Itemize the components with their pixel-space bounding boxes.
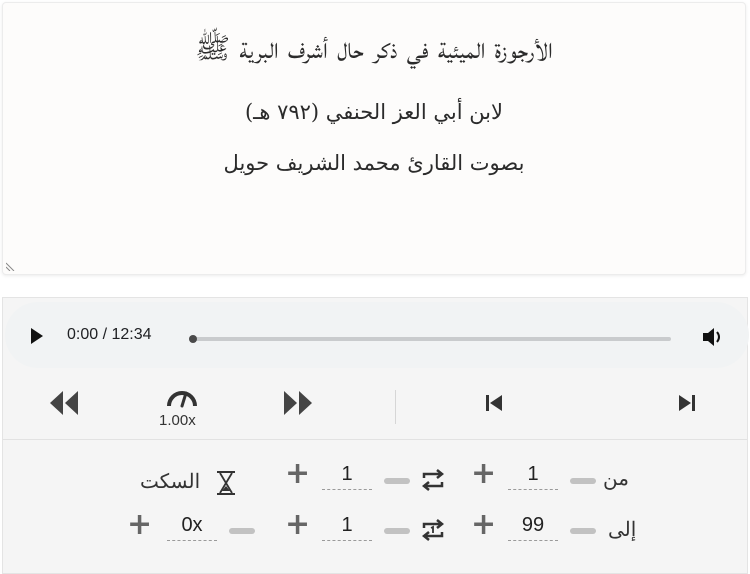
divider <box>395 390 396 424</box>
skip-previous-icon[interactable] <box>485 394 503 412</box>
repeat-icon <box>421 469 445 491</box>
progress-bar[interactable] <box>189 335 671 343</box>
repeat-range-decrement-button[interactable] <box>384 528 410 534</box>
to-decrement-button[interactable] <box>570 528 596 534</box>
repeat-each-decrement-button[interactable] <box>384 478 410 484</box>
poem-reciter: بصوت القارئ محمد الشريف حويل <box>223 151 525 175</box>
silence-decrement-button[interactable] <box>229 528 255 534</box>
hourglass-icon <box>217 471 235 495</box>
speed-value[interactable]: 1.00x <box>159 412 196 429</box>
to-increment-button[interactable]: + <box>471 510 496 540</box>
poem-author: لابن أبي العز الحنفي (٧٩٢ هـ) <box>244 100 504 124</box>
volume-icon[interactable] <box>701 326 725 348</box>
repeat-range-increment-button[interactable]: + <box>285 510 310 540</box>
speedometer-icon[interactable] <box>165 384 199 408</box>
progress-knob[interactable] <box>189 335 197 343</box>
from-field[interactable]: 1 <box>508 460 558 490</box>
repeat-one-icon <box>421 519 445 541</box>
time-display: 0:00 / 12:34 <box>67 326 152 343</box>
to-label: إلى <box>608 517 637 541</box>
poem-title: الأرجوزة الميئية في ذكر حال أشرف البرية … <box>195 31 553 65</box>
silence-field[interactable]: 0x <box>167 511 217 541</box>
silence-increment-button[interactable]: + <box>127 510 152 540</box>
fast-forward-icon[interactable] <box>283 390 313 416</box>
from-increment-button[interactable]: + <box>471 459 496 489</box>
from-label: من <box>603 466 629 490</box>
playback-controls: 1.00x <box>3 374 747 440</box>
repeat-range-field[interactable]: 1 <box>322 511 372 541</box>
to-field[interactable]: 99 <box>508 511 558 541</box>
repeat-each-increment-button[interactable]: + <box>285 459 310 489</box>
audio-player: 0:00 / 12:34 <box>5 302 749 368</box>
title-card: الأرجوزة الميئية في ذكر حال أشرف البرية … <box>2 2 746 275</box>
repeat-each-field[interactable]: 1 <box>322 460 372 490</box>
silence-label: السكت <box>140 469 201 493</box>
rewind-icon[interactable] <box>49 390 79 416</box>
play-icon[interactable] <box>31 328 43 344</box>
skip-next-icon[interactable] <box>678 394 696 412</box>
player-panel: 0:00 / 12:34 1.00x من 1 + 1 + السكت إلى … <box>2 297 749 574</box>
resize-grip-icon[interactable] <box>6 261 16 271</box>
repeat-settings: من 1 + 1 + السكت إلى 99 + 1 + 0x + <box>3 441 747 574</box>
from-decrement-button[interactable] <box>570 478 596 484</box>
